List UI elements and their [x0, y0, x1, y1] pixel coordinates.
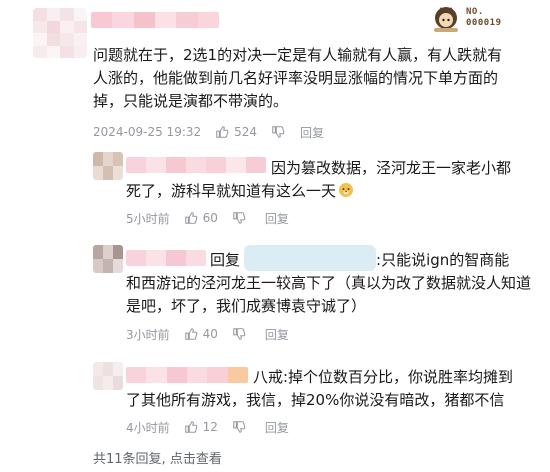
reply-time: 3小时前 — [126, 327, 170, 342]
like-count: 60 — [202, 211, 218, 225]
reply-avatar[interactable] — [93, 362, 123, 390]
replies-footer: 共11条回复, 点击查看 — [93, 448, 222, 467]
reply-text: 因为篡改数据，泾河龙王一家老小都 死了，游科早就知道有这么一天 — [126, 157, 546, 203]
main-comment-line: 问题就在于，2选1的对决一定是有人输就有人赢，有人跌就有 — [93, 46, 503, 64]
doge-emoji-icon — [339, 183, 354, 197]
main-username[interactable] — [91, 12, 219, 28]
reply-button[interactable]: 回复 — [265, 326, 289, 343]
reply-avatar[interactable] — [93, 245, 123, 273]
main-avatar[interactable] — [33, 8, 87, 58]
reply-meta: 4小时前 12 回复 — [126, 418, 289, 436]
reply-avatar[interactable] — [93, 152, 123, 180]
thumb-down-icon[interactable] — [232, 420, 246, 434]
reply-meta: 5小时前 60 回复 — [126, 209, 289, 227]
badge-line1: NO. — [466, 7, 484, 17]
comment-time: 2024-09-25 19:32 — [93, 125, 202, 139]
reply-button[interactable]: 回复 — [265, 419, 289, 436]
reply-line: 和西游记的泾河龙王一较高下了（真以为改了数据就没人知道 — [126, 274, 532, 292]
thumb-up-icon[interactable] — [184, 420, 198, 434]
thumb-up-icon[interactable] — [184, 327, 198, 341]
thumb-up-icon[interactable] — [215, 125, 229, 139]
thumb-down-icon[interactable] — [232, 211, 246, 225]
reply-line: 死了，游科早就知道有这么一天 — [126, 180, 546, 203]
badge-character-icon — [434, 7, 458, 32]
main-comment-line: 人涨的，他能做到前几名好评率没明显涨幅的情况下单方面的 — [93, 69, 499, 87]
replies-count: 共11条回复, — [93, 452, 166, 467]
reply-prefix: 回复 — [210, 251, 241, 269]
reply-line: 是吧，坏了，我们成赛博袁守诚了） — [126, 297, 367, 315]
reply-meta: 3小时前 40 回复 — [126, 325, 289, 343]
view-replies-link[interactable]: 点击查看 — [170, 452, 222, 467]
main-comment-line: 掉，只能说是演都不带演的。 — [93, 92, 289, 110]
reply-line: 了其他所有游戏，我信，掉20%你说没有暗改，猪都不信 — [126, 391, 505, 409]
like-count: 12 — [202, 420, 218, 434]
reply-text: 八戒:掉个位数百分比，你说胜率均摊到 了其他所有游戏，我信，掉20%你说没有暗改… — [126, 366, 546, 412]
reply-button[interactable]: 回复 — [265, 210, 289, 227]
fan-badge: NO. 000019 — [428, 4, 538, 34]
like-count: 524 — [234, 125, 258, 139]
reply-time: 5小时前 — [126, 211, 170, 226]
reply-text: 回复:只能说ign的智商能 和西游记的泾河龙王一较高下了（真以为改了数据就没人知… — [126, 249, 546, 318]
like-count: 40 — [202, 327, 218, 341]
reply-line: 回复:只能说ign的智商能 — [126, 249, 546, 272]
reply-time: 4小时前 — [126, 420, 170, 435]
main-comment-meta: 2024-09-25 19:32 524 回复 — [93, 123, 324, 141]
thumb-down-icon[interactable] — [271, 125, 285, 139]
reply-line: 因为篡改数据，泾河龙王一家老小都 — [271, 159, 512, 177]
main-comment-text: 问题就在于，2选1的对决一定是有人输就有人赢，有人跌就有 人涨的，他能做到前几名… — [93, 44, 543, 113]
reply-button[interactable]: 回复 — [300, 124, 324, 141]
badge-line2: 000019 — [466, 18, 502, 28]
reply-line: 八戒:掉个位数百分比，你说胜率均摊到 — [253, 368, 514, 386]
thumb-down-icon[interactable] — [232, 327, 246, 341]
thumb-up-icon[interactable] — [184, 211, 198, 225]
